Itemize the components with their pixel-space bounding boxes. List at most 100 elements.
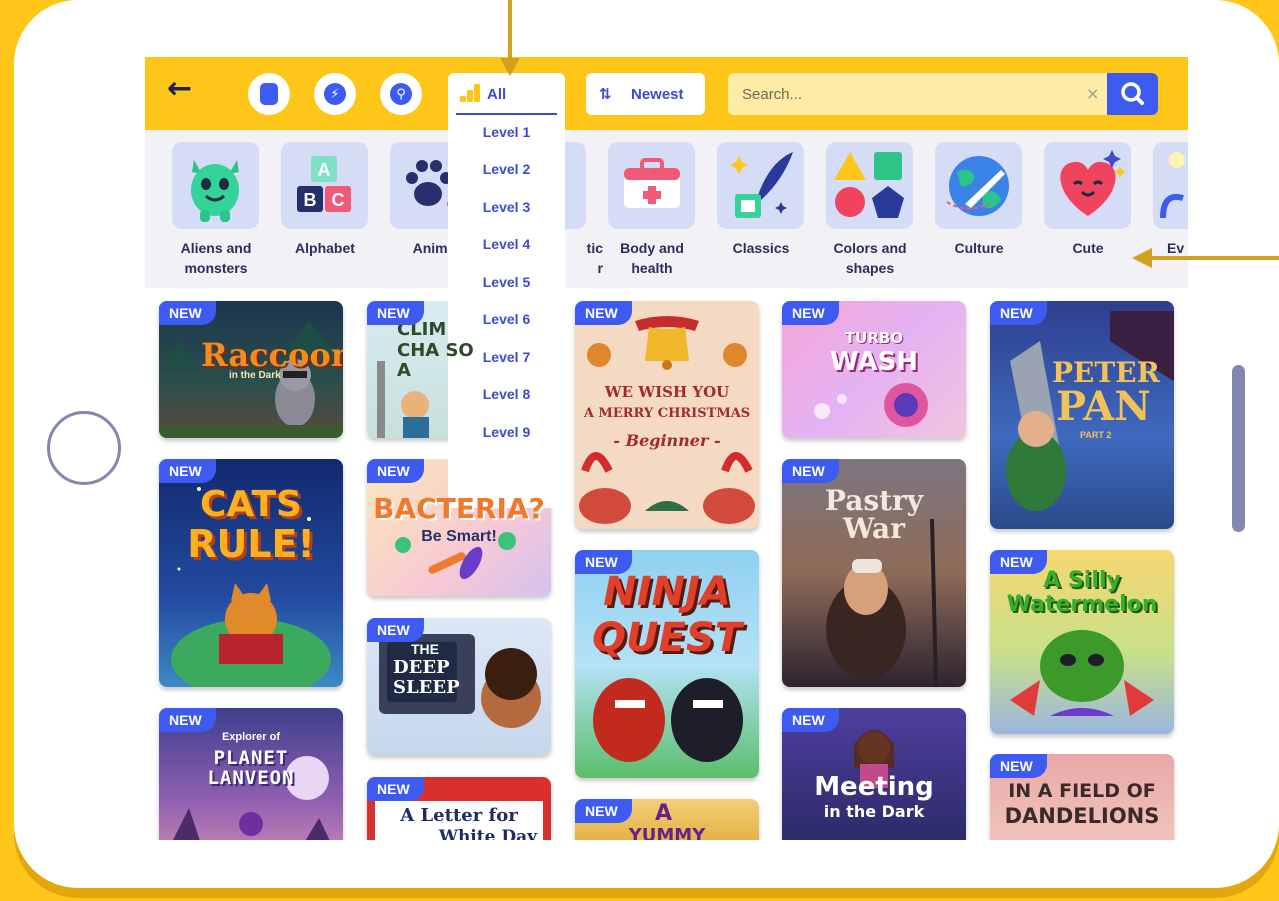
category-icon [1153,142,1188,229]
book-subtitle: in the Dark [823,802,925,821]
new-badge: NEW [367,777,424,801]
lightning-filter-button[interactable]: ⚡ [314,73,356,115]
book-title: A Letter for [400,805,518,826]
book-subtitle: DANDELIONS [1004,804,1160,828]
new-badge: NEW [159,708,216,732]
lightning-icon: ⚡ [324,83,346,105]
svg-text:B: B [304,190,317,210]
book-subtitle: PAN [1056,383,1151,430]
new-badge: NEW [159,459,216,483]
search-icon [1121,82,1144,105]
new-badge: NEW [575,799,632,823]
book-card[interactable]: NEW Meeting in the Dark [782,708,966,840]
category-label: monsters [184,260,248,276]
category-label: Body and [620,240,684,256]
level-dropdown-menu: Level 1 Level 2 Level 3 Level 4 Level 5 … [448,115,565,508]
book-extra: PART 2 [1080,430,1112,440]
book-title: WE WISH YOU [604,383,730,401]
new-badge: NEW [990,754,1047,778]
level-option-4[interactable]: Level 4 [448,236,565,252]
shapes-icon [826,142,913,229]
book-title: Explorer of [221,731,281,743]
key-filter-button[interactable]: ⚲ [380,73,422,115]
book-subtitle: CHA SO A [397,340,474,381]
level-option-5[interactable]: Level 5 [448,274,565,290]
category-label: Colors and [833,240,907,256]
alien-monster-icon [172,142,259,229]
tablet-side-button [1232,365,1245,532]
book-title: CATS [200,484,302,525]
new-badge: NEW [367,459,424,483]
clear-search-icon[interactable]: × [1086,84,1099,103]
new-badge: NEW [159,301,216,325]
book-card[interactable]: NEW IN A FIELD OF DANDELIONS [990,754,1174,840]
sort-label: Newest [631,86,684,103]
home-button[interactable] [47,411,121,485]
level-option-2[interactable]: Level 2 [448,161,565,177]
book-subtitle: RULE! [187,522,315,566]
book-subtitle: A MERRY CHRISTMAS [583,406,751,421]
svg-text:C: C [332,190,345,210]
book-subtitle: Watermelon [1006,592,1158,617]
book-card[interactable]: NEW Pastry War [782,459,966,687]
level-select[interactable]: All [448,73,565,115]
level-option-1[interactable]: Level 1 [448,124,565,140]
book-subtitle: War [843,512,905,545]
top-bar: ← ⚡ ⚲ All ⇅ Newest × [145,57,1188,130]
annotation-arrow-left [1150,256,1279,260]
category-strip: Aliens andmonsters A B C Alphabet Anima [145,130,1188,288]
book-title: IN A FIELD OF [1008,780,1156,802]
book-extra: - Beginner - [613,431,721,450]
globe-plane-icon [935,142,1022,229]
level-option-9[interactable]: Level 9 [448,424,565,440]
quill-ink-icon [717,142,804,229]
arrow-left-icon[interactable]: ← [167,71,192,106]
search-button[interactable] [1107,73,1158,115]
book-card[interactable]: NEW A Silly Watermelon [990,550,1174,734]
app-screen: ← ⚡ ⚲ All ⇅ Newest × [145,57,1188,840]
book-subtitle: PLANET LANVEON [207,747,295,789]
book-card[interactable]: NEW NINJA QUEST [575,550,759,778]
category-label: Alphabet [295,240,355,256]
book-card[interactable]: NEW A Letter for White Day [367,777,551,840]
book-title: Meeting [814,772,934,802]
new-badge: NEW [990,301,1047,325]
book-card[interactable]: NEW TURBO WASH [782,301,966,438]
book-icon [260,83,278,105]
book-title: THE [411,641,439,657]
book-title: TURBO [844,329,904,347]
book-card[interactable]: NEW Explorer of PLANET LANVEON [159,708,343,840]
new-badge: NEW [990,550,1047,574]
annotation-arrow-down [508,0,512,62]
book-subtitle: DEEP SLEEP [393,657,460,698]
level-option-3[interactable]: Level 3 [448,199,565,215]
level-option-8[interactable]: Level 8 [448,386,565,402]
book-subtitle: YUMMY [628,825,706,841]
category-label: shapes [845,260,895,276]
book-card[interactable]: NEW CATS RULE! [159,459,343,687]
new-badge: NEW [782,301,839,325]
book-card[interactable]: NEW THE DEEP SLEEP [367,618,551,755]
book-subtitle: White Day [438,827,537,841]
category-label: Culture [954,240,1004,256]
book-card[interactable]: NEW Raccoon in the Dark [159,301,343,438]
book-subtitle: in the Dark [229,370,281,381]
book-filter-button[interactable] [248,73,290,115]
book-card[interactable]: NEW PETER PAN PART 2 [990,301,1174,529]
alphabet-blocks-icon: A B C [281,142,368,229]
heart-face-icon [1044,142,1131,229]
category-label: health [631,260,673,276]
book-title: Raccoon [201,336,343,374]
book-card[interactable]: NEW A YUMMY [575,799,759,840]
book-card[interactable]: NEW WE WISH YOU A MERRY CHRISTMAS - Begi… [575,301,759,529]
level-bars-icon [460,84,480,102]
book-title: BACTERIA? [373,492,545,525]
category-label: Ev [1167,240,1185,256]
new-badge: NEW [367,301,424,325]
search-input[interactable] [742,73,1072,115]
book-subtitle: Be Smart! [421,528,497,545]
sort-button[interactable]: ⇅ Newest [586,73,705,115]
book-title: NINJA [603,569,731,615]
category-label: Aliens and [180,240,252,256]
annotation-arrow-down-head [500,58,520,76]
